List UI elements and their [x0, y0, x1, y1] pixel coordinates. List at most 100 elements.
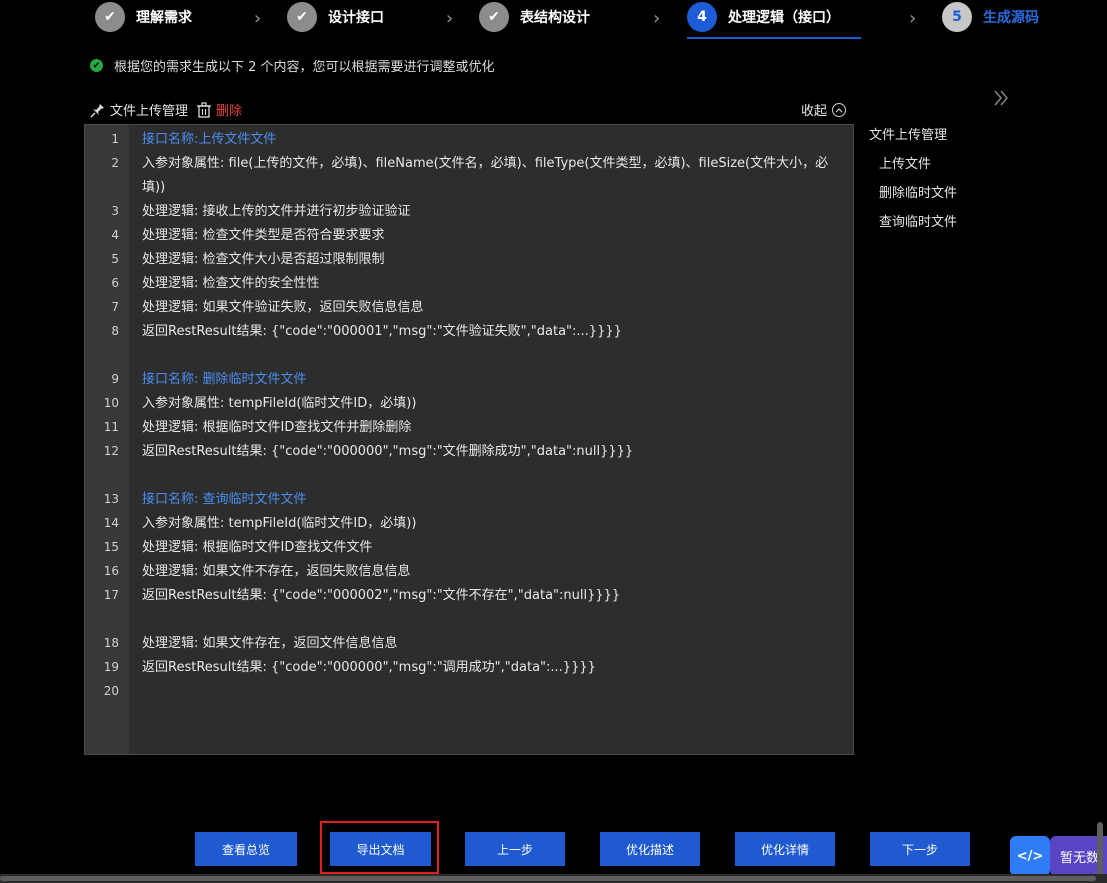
- editor-line[interactable]: 1 接口名称:上传文件文件: [85, 128, 855, 152]
- collapse-button[interactable]: 收起: [801, 100, 847, 119]
- line-number: 6: [111, 276, 119, 290]
- code-icon[interactable]: </>: [1010, 836, 1050, 876]
- trash-icon[interactable]: [196, 101, 212, 118]
- outline-title[interactable]: 文件上传管理: [869, 124, 947, 143]
- editor-line[interactable]: 16 处理逻辑: 如果文件不存在，返回失败信息信息: [85, 560, 855, 584]
- step-generate-source[interactable]: 5 生成源码: [942, 0, 1039, 34]
- step-understand-requirements[interactable]: ✔ 理解需求: [95, 0, 192, 34]
- step-number: 4: [687, 2, 717, 32]
- line-text: 处理逻辑: 如果文件不存在，返回失败信息信息: [142, 564, 411, 579]
- line-text: 处理逻辑: 如果文件验证失败，返回失败信息信息: [142, 300, 424, 315]
- line-number: 1: [111, 132, 119, 146]
- outline-item-delete-temp[interactable]: 删除临时文件: [879, 182, 957, 201]
- editor-line[interactable]: 13 接口名称: 查询临时文件文件: [85, 488, 855, 512]
- editor-line[interactable]: 7 处理逻辑: 如果文件验证失败，返回失败信息信息: [85, 296, 855, 320]
- line-number: 17: [103, 588, 119, 602]
- module-title: 文件上传管理: [110, 104, 189, 119]
- line-text: 返回RestResult结果: {"code":"000000","msg":"…: [142, 444, 634, 459]
- collapse-label: 收起: [801, 104, 828, 119]
- editor-line[interactable]: 8 返回RestResult结果: {"code":"000001","msg":…: [85, 320, 855, 368]
- chevron-up-icon: [832, 102, 847, 117]
- editor-line[interactable]: 12 返回RestResult结果: {"code":"000000","msg"…: [85, 440, 855, 488]
- line-number: 15: [103, 540, 119, 554]
- step-label: 理解需求: [136, 10, 192, 26]
- editor-line[interactable]: 14 入参对象属性: tempFileId(临时文件ID，必填)): [85, 512, 855, 536]
- vertical-scrollbar[interactable]: [1097, 822, 1103, 876]
- outline-item-query-temp[interactable]: 查询临时文件: [879, 211, 957, 230]
- editor-line[interactable]: 20: [85, 680, 855, 704]
- line-number: 18: [103, 636, 119, 650]
- interface-name-line: 接口名称: 删除临时文件文件: [142, 372, 307, 387]
- optimize-description-button[interactable]: 优化描述: [600, 832, 700, 866]
- line-text: 返回RestResult结果: {"code":"000000","msg":"…: [142, 660, 596, 675]
- outline-item-upload[interactable]: 上传文件: [879, 153, 931, 172]
- editor-line[interactable]: 3 处理逻辑: 接收上传的文件并进行初步验证验证: [85, 200, 855, 224]
- editor-line[interactable]: 9 接口名称: 删除临时文件文件: [85, 368, 855, 392]
- horizontal-scrollbar-thumb[interactable]: [0, 876, 1096, 881]
- line-text: 入参对象属性: file(上传的文件，必填)、fileName(文件名，必填)、…: [142, 156, 829, 195]
- check-icon: ✔: [287, 2, 317, 32]
- editor-line[interactable]: 6 处理逻辑: 检查文件的安全性性: [85, 272, 855, 296]
- line-number: 8: [111, 324, 119, 338]
- chevron-right-icon: ›: [653, 8, 661, 29]
- step-process-logic[interactable]: 4 处理逻辑（接口）: [687, 0, 840, 34]
- optimize-details-button[interactable]: 优化详情: [735, 832, 835, 866]
- delete-button[interactable]: 删除: [216, 100, 242, 119]
- editor-line[interactable]: 10 入参对象属性: tempFileId(临时文件ID，必填)): [85, 392, 855, 416]
- step-number: 5: [942, 2, 972, 32]
- editor-line[interactable]: 4 处理逻辑: 检查文件类型是否符合要求要求: [85, 224, 855, 248]
- step-label: 处理逻辑（接口）: [728, 10, 840, 26]
- code-editor[interactable]: 1 接口名称:上传文件文件 2 入参对象属性: file(上传的文件，必填)、file…: [84, 124, 854, 755]
- line-number: 5: [111, 252, 119, 266]
- interface-name-line: 接口名称: 查询临时文件文件: [142, 492, 307, 507]
- editor-line[interactable]: 19 返回RestResult结果: {"code":"000000","msg"…: [85, 656, 855, 680]
- line-number: 13: [103, 492, 119, 506]
- double-chevron-right-icon[interactable]: [993, 88, 1009, 112]
- line-text: 返回RestResult结果: {"code":"000001","msg":"…: [142, 324, 622, 339]
- line-text: 处理逻辑: 如果文件存在，返回文件信息信息: [142, 636, 398, 651]
- line-number: 2: [111, 156, 119, 170]
- success-check-icon: ✔: [90, 59, 103, 72]
- highlight-box: [320, 821, 439, 874]
- pin-icon: [90, 103, 104, 118]
- editor-line[interactable]: 18 处理逻辑: 如果文件存在，返回文件信息信息: [85, 632, 855, 656]
- editor-toolbar: 文件上传管理 删除: [90, 100, 242, 119]
- step-table-design[interactable]: ✔ 表结构设计: [479, 0, 590, 34]
- line-number: 19: [103, 660, 119, 674]
- editor-line[interactable]: 17 返回RestResult结果: {"code":"000002","msg"…: [85, 584, 855, 632]
- line-number: 3: [111, 204, 119, 218]
- editor-line[interactable]: 11 处理逻辑: 根据临时文件ID查找文件并删除删除: [85, 416, 855, 440]
- editor-line[interactable]: 2 入参对象属性: file(上传的文件，必填)、fileName(文件名，必填)…: [85, 152, 855, 200]
- line-number: 10: [103, 396, 119, 410]
- editor-line[interactable]: 15 处理逻辑: 根据临时文件ID查找文件文件: [85, 536, 855, 560]
- editor-line[interactable]: 5 处理逻辑: 检查文件大小是否超过限制限制: [85, 248, 855, 272]
- line-text: 处理逻辑: 根据临时文件ID查找文件文件: [142, 540, 373, 555]
- chevron-right-icon: ›: [909, 8, 917, 29]
- line-number: 9: [111, 372, 119, 386]
- active-step-underline: [687, 37, 861, 39]
- view-overview-button[interactable]: 查看总览: [195, 832, 297, 866]
- next-step-button[interactable]: 下一步: [870, 832, 970, 866]
- check-icon: ✔: [95, 2, 125, 32]
- step-design-interface[interactable]: ✔ 设计接口: [287, 0, 384, 34]
- line-text: 入参对象属性: tempFileId(临时文件ID，必填)): [142, 516, 417, 531]
- line-number: 16: [103, 564, 119, 578]
- line-text: 入参对象属性: tempFileId(临时文件ID，必填)): [142, 396, 417, 411]
- chevron-right-icon: ›: [254, 8, 262, 29]
- chevron-right-icon: ›: [446, 8, 454, 29]
- previous-step-button[interactable]: 上一步: [465, 832, 565, 866]
- generation-notice: ✔ 根据您的需求生成以下 2 个内容，您可以根据需要进行调整或优化: [90, 56, 495, 75]
- line-number: 12: [103, 444, 119, 458]
- line-text: 处理逻辑: 根据临时文件ID查找文件并删除删除: [142, 420, 412, 435]
- line-text: 处理逻辑: 检查文件的安全性性: [142, 276, 320, 291]
- line-text: 处理逻辑: 检查文件类型是否符合要求要求: [142, 228, 385, 243]
- step-label: 生成源码: [983, 10, 1039, 26]
- line-text: 处理逻辑: 检查文件大小是否超过限制限制: [142, 252, 385, 267]
- line-text: 处理逻辑: 接收上传的文件并进行初步验证验证: [142, 204, 411, 219]
- interface-name-line: 接口名称:上传文件文件: [142, 132, 277, 147]
- check-icon: ✔: [479, 2, 509, 32]
- line-number: 20: [103, 684, 119, 698]
- line-number: 4: [111, 228, 119, 242]
- step-label: 表结构设计: [520, 10, 590, 26]
- line-number: 11: [103, 420, 119, 434]
